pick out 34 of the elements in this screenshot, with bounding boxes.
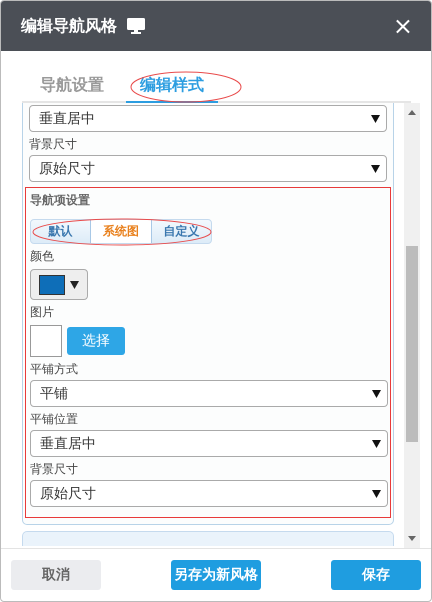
select-field[interactable]: 垂直居中 [29, 105, 387, 132]
scroll-up-icon[interactable] [408, 110, 416, 115]
field-label: 平铺方式 [30, 361, 79, 378]
footer-button[interactable]: 另存为新风格 [171, 560, 261, 590]
color-picker[interactable] [30, 269, 88, 300]
scroll-down-icon[interactable] [408, 536, 416, 541]
image-preview [30, 325, 62, 357]
segment-tab[interactable]: 系统图 [90, 220, 152, 243]
close-button[interactable]: × [388, 14, 417, 38]
footer-button[interactable]: 保存 [331, 560, 421, 590]
dropdown-arrow-icon [372, 390, 381, 398]
dropdown-arrow-icon [371, 114, 380, 122]
dropdown-arrow-icon [372, 490, 381, 498]
select-field[interactable]: 原始尺寸 [30, 480, 388, 507]
field-label: 平铺位置 [30, 411, 79, 428]
dropdown-arrow-icon [372, 440, 381, 448]
field-label: 背景尺寸 [30, 461, 79, 478]
select-field[interactable]: 平铺 [30, 380, 388, 407]
tab[interactable]: 导航设置 [36, 75, 108, 103]
window-title: 编辑导航风格 [21, 16, 117, 36]
field-label: 图片 [30, 304, 55, 321]
dropdown-arrow-icon [371, 164, 380, 172]
select-field[interactable]: 原始尺寸 [29, 155, 387, 182]
segment-tab[interactable]: 默认 [31, 220, 90, 243]
field-label: 背景尺寸 [29, 136, 78, 153]
scrollbar[interactable] [404, 103, 420, 548]
select-field[interactable]: 垂直居中 [30, 430, 388, 457]
section-title: 导航项设置 [30, 192, 91, 209]
segment-tab[interactable]: 自定义 [152, 220, 211, 243]
field-label: 颜色 [30, 248, 55, 265]
footer-button[interactable]: 取消 [11, 560, 101, 590]
monitor-icon [127, 18, 145, 34]
dropdown-arrow-icon [70, 280, 79, 288]
choose-button[interactable]: 选择 [67, 327, 125, 355]
